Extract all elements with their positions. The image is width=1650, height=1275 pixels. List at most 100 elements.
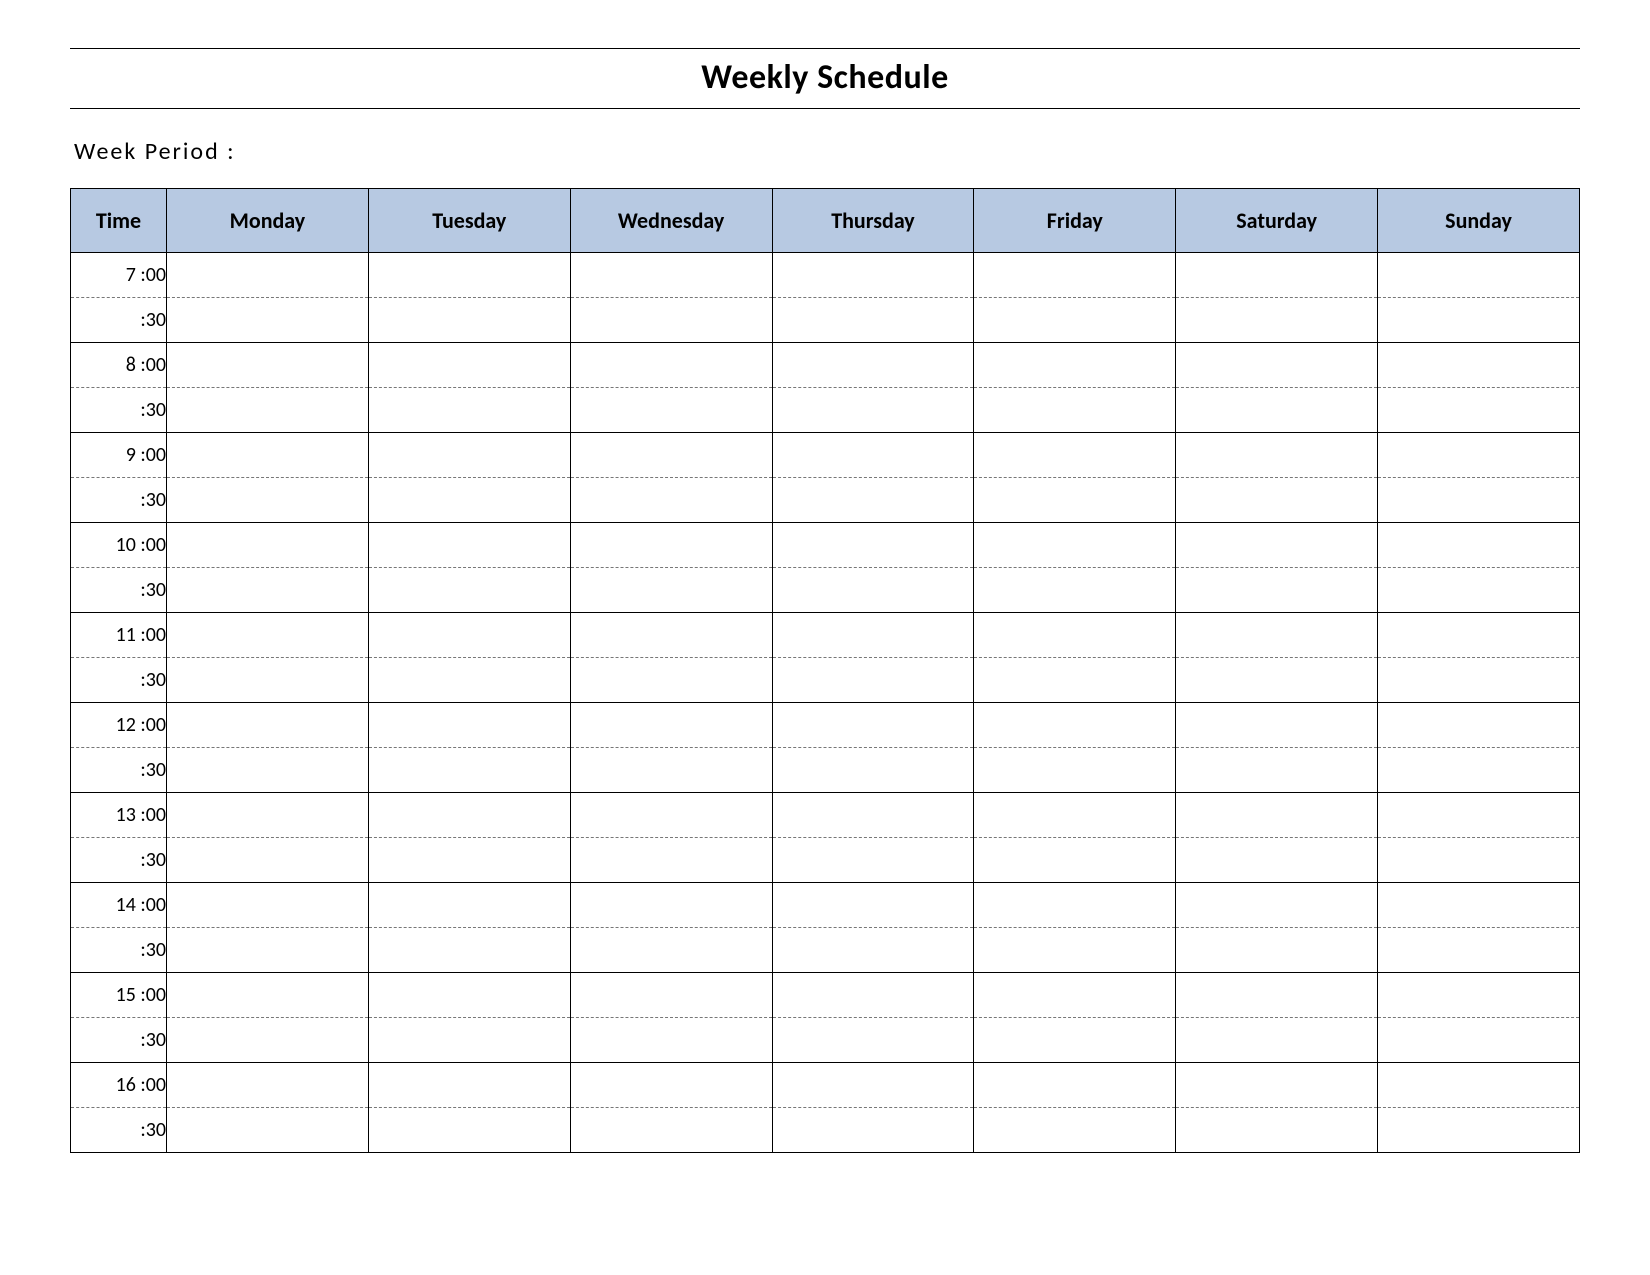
schedule-cell[interactable] xyxy=(974,1018,1176,1063)
schedule-cell[interactable] xyxy=(1378,973,1580,1018)
schedule-cell[interactable] xyxy=(368,1018,570,1063)
schedule-cell[interactable] xyxy=(1378,838,1580,883)
schedule-cell[interactable] xyxy=(1378,343,1580,388)
schedule-cell[interactable] xyxy=(570,568,772,613)
schedule-cell[interactable] xyxy=(368,523,570,568)
schedule-cell[interactable] xyxy=(974,793,1176,838)
schedule-cell[interactable] xyxy=(974,478,1176,523)
schedule-cell[interactable] xyxy=(570,478,772,523)
schedule-cell[interactable] xyxy=(974,433,1176,478)
schedule-cell[interactable] xyxy=(772,1108,974,1153)
schedule-cell[interactable] xyxy=(368,1063,570,1108)
schedule-cell[interactable] xyxy=(368,568,570,613)
schedule-cell[interactable] xyxy=(167,568,369,613)
schedule-cell[interactable] xyxy=(974,658,1176,703)
schedule-cell[interactable] xyxy=(1378,388,1580,433)
schedule-cell[interactable] xyxy=(772,973,974,1018)
schedule-cell[interactable] xyxy=(1176,253,1378,298)
schedule-cell[interactable] xyxy=(772,433,974,478)
schedule-cell[interactable] xyxy=(570,658,772,703)
schedule-cell[interactable] xyxy=(368,433,570,478)
schedule-cell[interactable] xyxy=(167,523,369,568)
schedule-cell[interactable] xyxy=(167,388,369,433)
schedule-cell[interactable] xyxy=(167,343,369,388)
schedule-cell[interactable] xyxy=(167,253,369,298)
schedule-cell[interactable] xyxy=(570,388,772,433)
schedule-cell[interactable] xyxy=(570,793,772,838)
schedule-cell[interactable] xyxy=(1378,928,1580,973)
schedule-cell[interactable] xyxy=(1176,883,1378,928)
schedule-cell[interactable] xyxy=(570,1018,772,1063)
schedule-cell[interactable] xyxy=(167,613,369,658)
schedule-cell[interactable] xyxy=(772,478,974,523)
schedule-cell[interactable] xyxy=(368,343,570,388)
schedule-cell[interactable] xyxy=(1176,1063,1378,1108)
schedule-cell[interactable] xyxy=(167,973,369,1018)
schedule-cell[interactable] xyxy=(570,433,772,478)
schedule-cell[interactable] xyxy=(974,253,1176,298)
schedule-cell[interactable] xyxy=(772,298,974,343)
schedule-cell[interactable] xyxy=(1378,433,1580,478)
schedule-cell[interactable] xyxy=(570,883,772,928)
schedule-cell[interactable] xyxy=(368,658,570,703)
schedule-cell[interactable] xyxy=(1176,613,1378,658)
schedule-cell[interactable] xyxy=(772,748,974,793)
schedule-cell[interactable] xyxy=(368,748,570,793)
schedule-cell[interactable] xyxy=(1378,478,1580,523)
schedule-cell[interactable] xyxy=(1176,523,1378,568)
schedule-cell[interactable] xyxy=(1176,388,1378,433)
schedule-cell[interactable] xyxy=(1378,1108,1580,1153)
schedule-cell[interactable] xyxy=(368,298,570,343)
schedule-cell[interactable] xyxy=(167,1063,369,1108)
schedule-cell[interactable] xyxy=(974,703,1176,748)
schedule-cell[interactable] xyxy=(772,388,974,433)
schedule-cell[interactable] xyxy=(1176,1018,1378,1063)
schedule-cell[interactable] xyxy=(368,703,570,748)
schedule-cell[interactable] xyxy=(570,613,772,658)
schedule-cell[interactable] xyxy=(772,838,974,883)
schedule-cell[interactable] xyxy=(1176,1108,1378,1153)
schedule-cell[interactable] xyxy=(368,253,570,298)
schedule-cell[interactable] xyxy=(570,703,772,748)
schedule-cell[interactable] xyxy=(974,388,1176,433)
schedule-cell[interactable] xyxy=(570,838,772,883)
schedule-cell[interactable] xyxy=(570,298,772,343)
schedule-cell[interactable] xyxy=(368,928,570,973)
schedule-cell[interactable] xyxy=(772,568,974,613)
schedule-cell[interactable] xyxy=(772,793,974,838)
schedule-cell[interactable] xyxy=(1176,838,1378,883)
schedule-cell[interactable] xyxy=(974,748,1176,793)
schedule-cell[interactable] xyxy=(772,343,974,388)
schedule-cell[interactable] xyxy=(974,883,1176,928)
schedule-cell[interactable] xyxy=(1176,793,1378,838)
schedule-cell[interactable] xyxy=(1378,613,1580,658)
schedule-cell[interactable] xyxy=(1176,343,1378,388)
schedule-cell[interactable] xyxy=(1378,1018,1580,1063)
schedule-cell[interactable] xyxy=(1176,478,1378,523)
schedule-cell[interactable] xyxy=(368,388,570,433)
schedule-cell[interactable] xyxy=(167,433,369,478)
schedule-cell[interactable] xyxy=(570,523,772,568)
schedule-cell[interactable] xyxy=(167,298,369,343)
schedule-cell[interactable] xyxy=(772,1018,974,1063)
schedule-cell[interactable] xyxy=(772,613,974,658)
schedule-cell[interactable] xyxy=(570,1063,772,1108)
schedule-cell[interactable] xyxy=(368,793,570,838)
schedule-cell[interactable] xyxy=(974,343,1176,388)
schedule-cell[interactable] xyxy=(167,658,369,703)
schedule-cell[interactable] xyxy=(167,838,369,883)
schedule-cell[interactable] xyxy=(167,478,369,523)
schedule-cell[interactable] xyxy=(1176,568,1378,613)
schedule-cell[interactable] xyxy=(368,973,570,1018)
schedule-cell[interactable] xyxy=(1176,928,1378,973)
schedule-cell[interactable] xyxy=(570,973,772,1018)
schedule-cell[interactable] xyxy=(1378,703,1580,748)
schedule-cell[interactable] xyxy=(1378,793,1580,838)
schedule-cell[interactable] xyxy=(1378,748,1580,793)
schedule-cell[interactable] xyxy=(974,613,1176,658)
schedule-cell[interactable] xyxy=(974,1063,1176,1108)
schedule-cell[interactable] xyxy=(772,523,974,568)
schedule-cell[interactable] xyxy=(772,883,974,928)
schedule-cell[interactable] xyxy=(368,478,570,523)
schedule-cell[interactable] xyxy=(974,523,1176,568)
